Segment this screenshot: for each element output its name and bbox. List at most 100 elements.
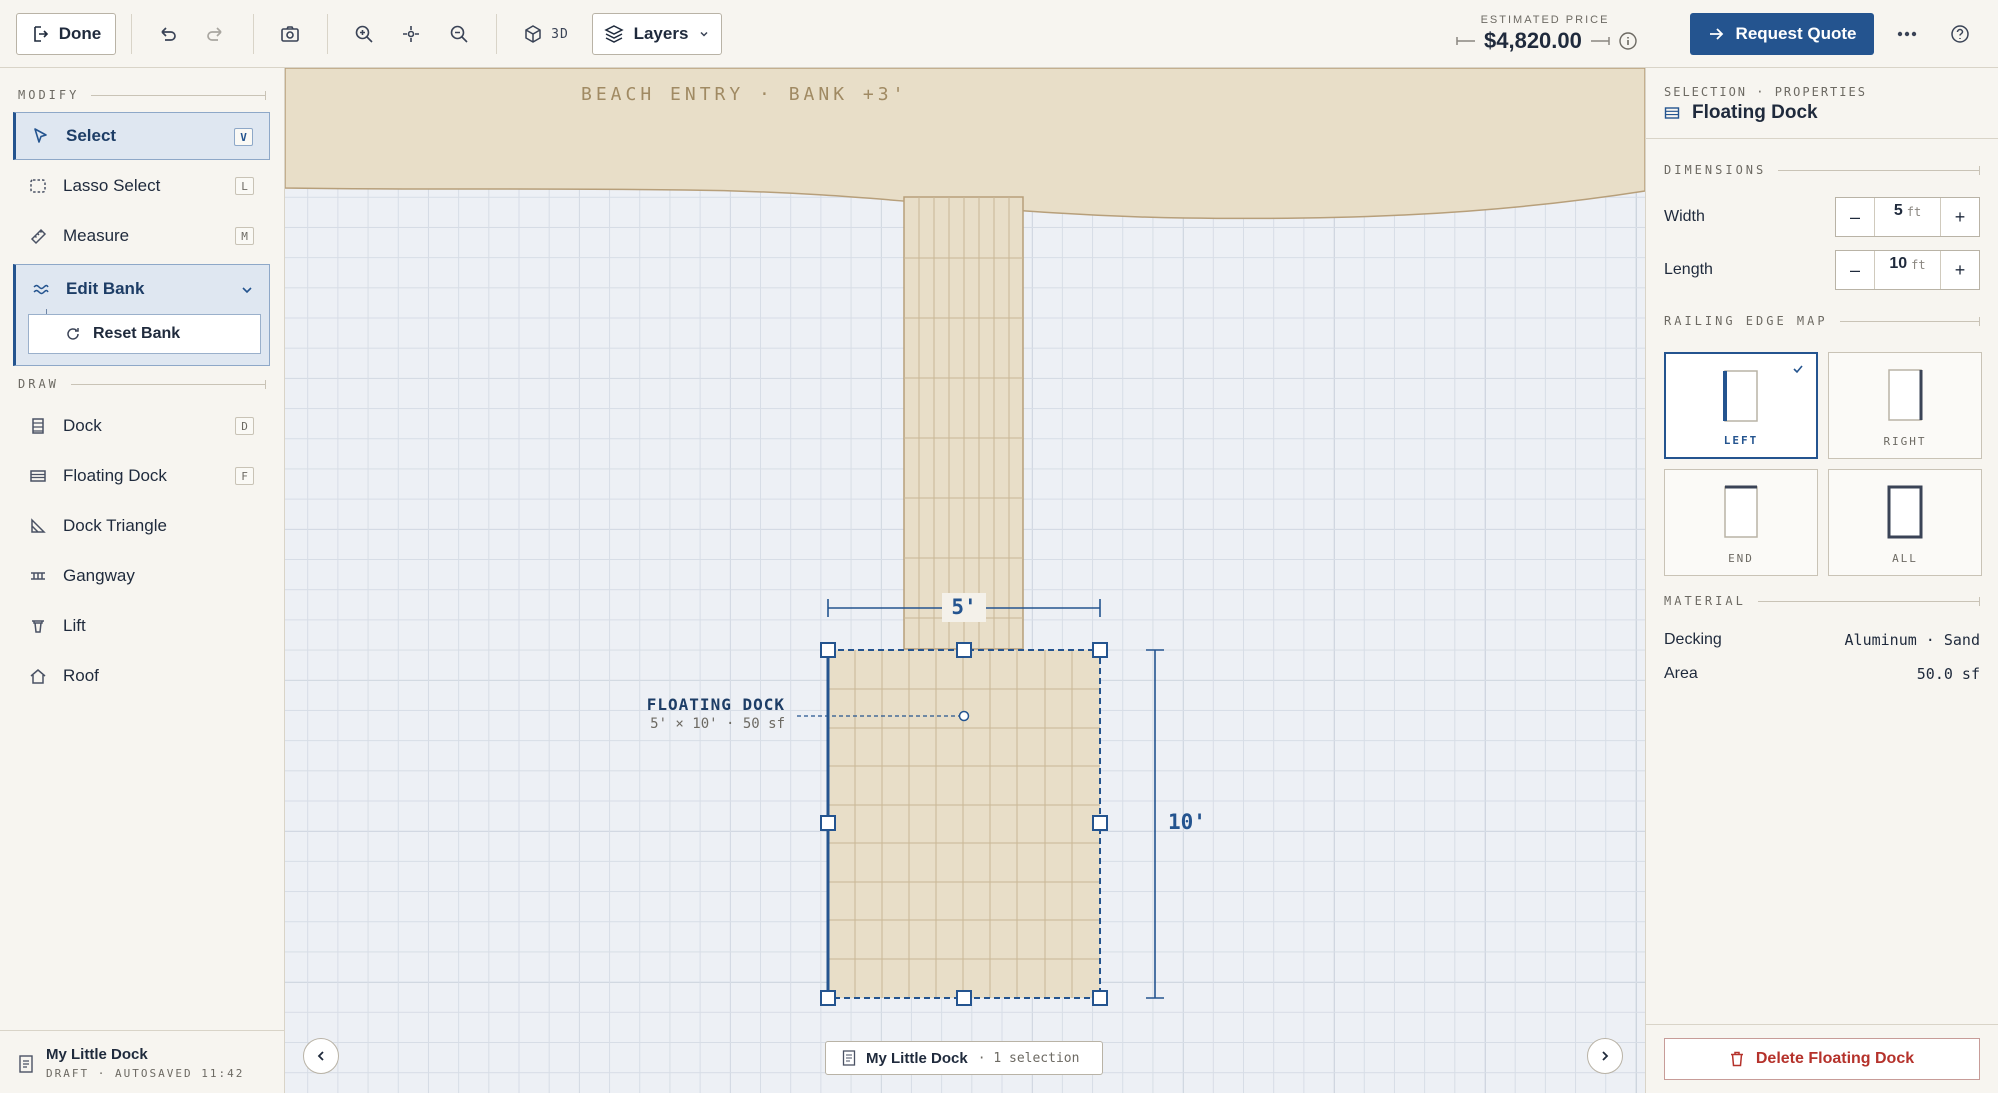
length-stepper[interactable]: – 10 ft + — [1835, 250, 1980, 290]
floating-dock-shape[interactable] — [826, 649, 1101, 999]
help-button[interactable] — [1943, 17, 1977, 51]
request-quote-button[interactable]: Request Quote — [1690, 13, 1874, 55]
tool-floating-dock[interactable]: Floating Dock F — [13, 452, 270, 500]
dimensions-header: DIMENSIONS — [1664, 163, 1980, 177]
tool-edit-bank[interactable]: Edit Bank — [16, 265, 270, 313]
length-decrement-button[interactable]: – — [1836, 251, 1874, 289]
divider — [253, 14, 254, 54]
tool-label: Floating Dock — [63, 466, 167, 485]
design-canvas[interactable]: BEACH ENTRY · BANK +3' 5' 10' FLOATING D… — [285, 68, 1645, 1093]
redo-button[interactable] — [199, 17, 233, 51]
tool-dock[interactable]: Dock D — [13, 402, 270, 450]
width-increment-button[interactable]: + — [1941, 198, 1979, 236]
pan-left-button[interactable] — [303, 1038, 339, 1074]
panel-title: Floating Dock — [1692, 102, 1818, 123]
layers-icon — [603, 25, 624, 43]
exit-icon — [33, 26, 48, 42]
pan-right-button[interactable] — [1587, 1038, 1623, 1074]
tool-lasso-select[interactable]: Lasso Select L — [13, 162, 270, 210]
modify-header-label: MODIFY — [18, 88, 80, 102]
length-dimension-line — [1146, 649, 1164, 999]
project-status: DRAFT · AUTOSAVED 11:42 — [46, 1067, 245, 1080]
tool-roof[interactable]: Roof — [13, 652, 270, 700]
panel-header: SELECTION · PROPERTIES — [1664, 85, 1867, 99]
panel-title-row: Floating Dock — [1664, 102, 1818, 124]
shortcut-key: D — [235, 417, 254, 435]
selection-status-pill[interactable]: My Little Dock · 1 selection — [825, 1041, 1103, 1075]
document-icon — [19, 1055, 33, 1073]
screenshot-button[interactable] — [273, 17, 307, 51]
project-footer[interactable]: My Little Dock DRAFT · AUTOSAVED 11:42 — [0, 1030, 285, 1093]
width-decrement-button[interactable]: – — [1836, 198, 1874, 236]
railing-option-end[interactable]: END — [1664, 469, 1818, 576]
reset-bank-button[interactable]: Reset Bank — [28, 314, 261, 354]
railing-all-icon — [1887, 485, 1923, 539]
length-row: Length – 10 ft + — [1664, 250, 1980, 290]
width-stepper[interactable]: – 5 ft + — [1835, 197, 1980, 237]
tool-sidebar: MODIFY Select V Lasso Select L Measure M… — [0, 68, 285, 1093]
dimensions-header-label: DIMENSIONS — [1664, 163, 1767, 177]
material-header-label: MATERIAL — [1664, 594, 1746, 608]
done-button[interactable]: Done — [16, 13, 116, 55]
tool-lift[interactable]: Lift — [13, 602, 270, 650]
triangle-icon — [13, 517, 63, 535]
tool-label: Dock Triangle — [63, 516, 167, 535]
undo-button[interactable] — [150, 17, 184, 51]
railing-option-label: LEFT — [1723, 434, 1759, 447]
tool-dock-triangle[interactable]: Dock Triangle — [13, 502, 270, 550]
width-input[interactable]: 5 ft — [1874, 198, 1941, 236]
3d-view-button[interactable]: 3D — [516, 14, 576, 54]
canvas-drawing — [285, 68, 1645, 1006]
camera-icon — [281, 26, 299, 42]
railing-header-label: RAILING EDGE MAP — [1664, 314, 1828, 328]
railing-option-left[interactable]: LEFT — [1664, 352, 1818, 459]
draw-section-header: DRAW — [18, 377, 267, 391]
tool-measure[interactable]: Measure M — [13, 212, 270, 260]
ruler-icon — [13, 227, 63, 245]
roof-icon — [13, 667, 63, 685]
fixed-dock[interactable] — [903, 196, 1024, 650]
railing-option-right[interactable]: RIGHT — [1828, 352, 1982, 459]
crosshair-icon — [403, 26, 419, 42]
tool-select[interactable]: Select V — [13, 112, 270, 160]
tool-label: Lift — [63, 616, 86, 635]
length-input[interactable]: 10 ft — [1874, 251, 1941, 289]
layers-dropdown[interactable]: Layers — [592, 13, 722, 55]
cursor-icon — [16, 127, 66, 145]
floating-dock-icon — [1664, 107, 1680, 119]
info-icon[interactable] — [1618, 31, 1638, 51]
properties-panel: SELECTION · PROPERTIES Floating Dock DIM… — [1645, 68, 1998, 1093]
zoom-in-button[interactable] — [347, 17, 381, 51]
check-icon — [1793, 365, 1803, 374]
shortcut-key: M — [235, 227, 254, 245]
width-unit: ft — [1906, 205, 1922, 219]
length-increment-button[interactable]: + — [1941, 251, 1979, 289]
tool-gangway[interactable]: Gangway — [13, 552, 270, 600]
delete-label: Delete Floating Dock — [1755, 1050, 1915, 1067]
material-header: MATERIAL — [1664, 594, 1981, 608]
recenter-button[interactable] — [394, 17, 428, 51]
tool-label: Edit Bank — [66, 279, 145, 298]
railing-option-all[interactable]: ALL — [1828, 469, 1982, 576]
shortcut-key: L — [235, 177, 254, 195]
railing-right-icon — [1888, 369, 1923, 421]
bank-shore — [285, 68, 1645, 220]
edit-bank-group: Edit Bank Reset Bank — [13, 264, 270, 366]
divider — [327, 14, 328, 54]
delete-floating-dock-button[interactable]: Delete Floating Dock — [1664, 1038, 1980, 1080]
divider — [131, 14, 132, 54]
width-row: Width – 5 ft + — [1664, 197, 1980, 237]
estimated-price-label: ESTIMATED PRICE — [1480, 14, 1610, 26]
divider — [1646, 138, 1998, 139]
area-row: Area 50.0 sf — [1664, 662, 1980, 686]
tool-label: Gangway — [63, 566, 135, 585]
more-options-button[interactable] — [1890, 17, 1924, 51]
document-icon — [842, 1050, 856, 1066]
railing-option-label: RIGHT — [1883, 435, 1927, 448]
decking-label: Decking — [1664, 631, 1722, 648]
zoom-out-button[interactable] — [442, 17, 476, 51]
chevron-down-icon — [700, 31, 708, 37]
bank-label: BEACH ENTRY · BANK +3' — [581, 84, 908, 105]
chevron-down-icon[interactable] — [240, 283, 254, 297]
shortcut-key: V — [234, 128, 253, 146]
